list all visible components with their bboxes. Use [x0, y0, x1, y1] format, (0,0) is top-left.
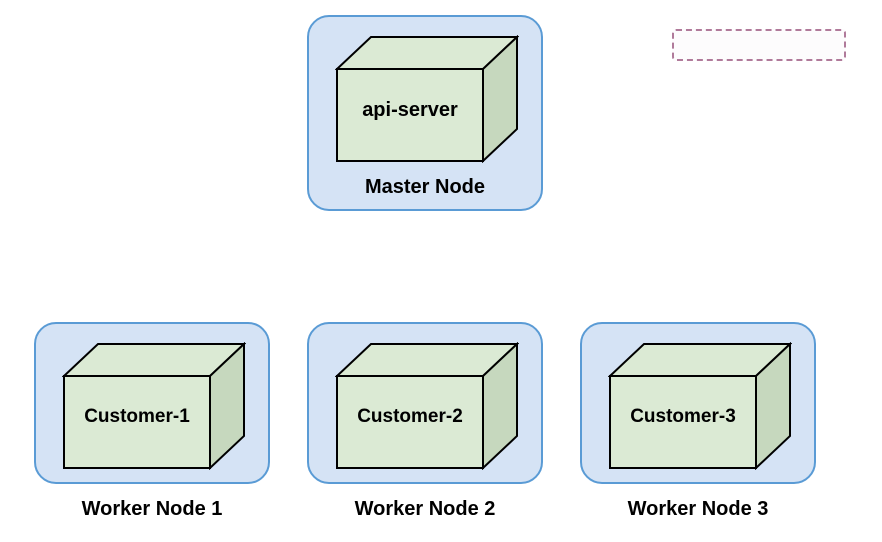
worker-node-1: Customer-1 — [34, 322, 270, 484]
master-cube-label: api-server — [335, 99, 485, 122]
worker-node-2: Customer-2 — [307, 322, 543, 484]
worker-3-cube: Customer-3 — [608, 342, 792, 470]
worker-3-cube-label: Customer-3 — [608, 406, 758, 428]
worker-1-cube-label: Customer-1 — [62, 406, 212, 428]
worker-1-cube: Customer-1 — [62, 342, 246, 470]
worker-3-title: Worker Node 3 — [580, 498, 816, 521]
worker-2-cube: Customer-2 — [335, 342, 519, 470]
worker-node-3: Customer-3 — [580, 322, 816, 484]
master-node: api-server Master Node — [307, 15, 543, 211]
worker-2-cube-label: Customer-2 — [335, 406, 485, 428]
worker-1-title: Worker Node 1 — [34, 498, 270, 521]
master-title: Master Node — [309, 176, 541, 199]
worker-2-title: Worker Node 2 — [307, 498, 543, 521]
master-cube: api-server — [335, 35, 519, 163]
legend-box — [672, 29, 846, 61]
